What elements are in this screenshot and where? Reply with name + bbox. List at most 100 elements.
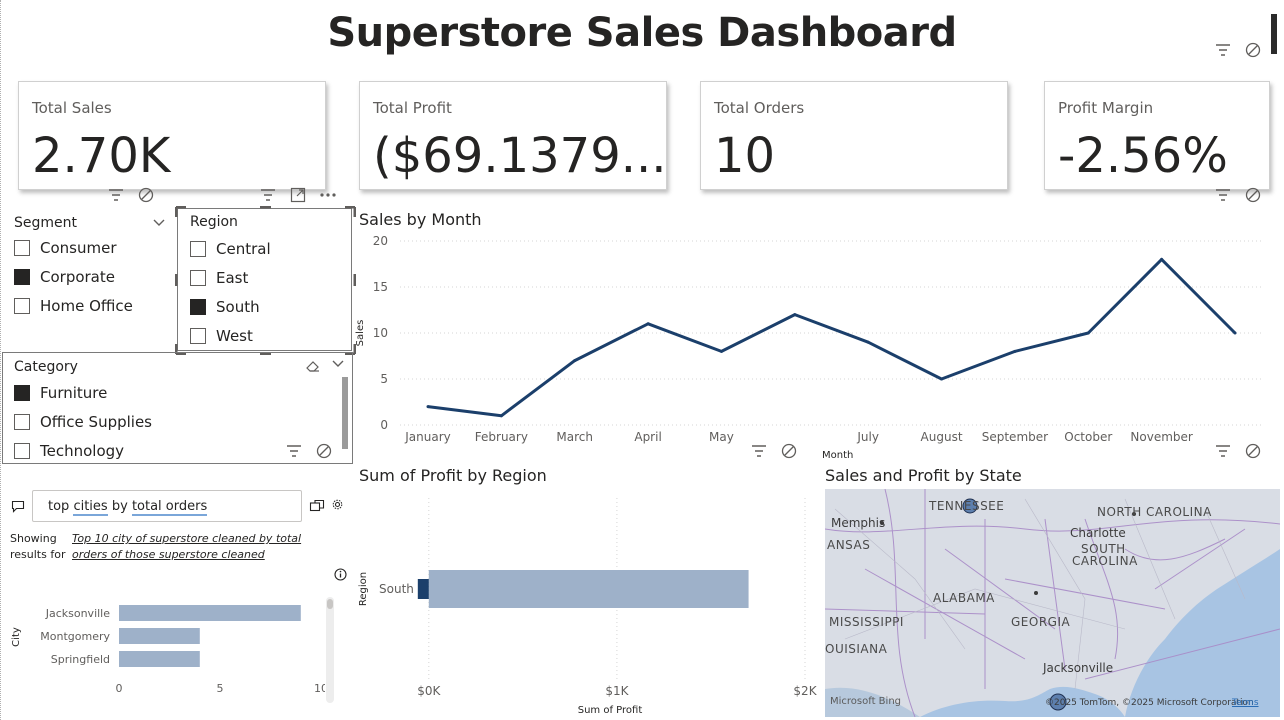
x-tick-label: October xyxy=(1064,430,1112,444)
checkbox[interactable] xyxy=(14,239,30,256)
region-item-east[interactable]: East xyxy=(190,263,271,292)
state-map[interactable]: Memphis TENNESSEE NORTH CAROLINA Charlot… xyxy=(825,489,1280,717)
qa-word: top xyxy=(48,499,70,514)
qa-link-line1[interactable]: Top 10 city of superstore cleaned by tot… xyxy=(72,531,301,547)
region-slicer-title: Region xyxy=(190,214,238,230)
checkbox[interactable] xyxy=(190,327,206,344)
map-copyright: ©2025 TomTom, ©2025 Microsoft Corporatio… xyxy=(1045,698,1254,708)
map-label-georgia: GEORGIA xyxy=(1011,615,1071,629)
region-slicer[interactable]: Region Central East South West xyxy=(175,206,356,355)
qa-link-line2[interactable]: orders of those superstore cleaned xyxy=(72,547,301,563)
qa-interpretation-link[interactable]: Top 10 city of superstore cleaned by tot… xyxy=(72,531,301,563)
map-terms-link[interactable]: Terms xyxy=(1232,698,1259,708)
card-total-profit[interactable]: Total Profit ($69.1379... xyxy=(359,81,667,190)
page-scrollbar[interactable] xyxy=(1271,14,1277,54)
checkbox[interactable] xyxy=(14,297,30,314)
checkbox-checked[interactable] xyxy=(14,268,30,285)
data-point xyxy=(426,405,430,409)
card-total-sales[interactable]: Total Sales 2.70K xyxy=(18,81,326,190)
no-filter-icon[interactable] xyxy=(781,443,797,459)
qa-question-input[interactable]: top cities by total orders xyxy=(32,490,302,522)
checkbox[interactable] xyxy=(190,269,206,286)
map-label-alabama: ALABAMA xyxy=(933,591,995,605)
y-axis-label: Region xyxy=(358,572,369,606)
category-slicer: Category Furniture Office Supplies Techn… xyxy=(2,352,353,464)
filter-icon[interactable] xyxy=(260,188,276,202)
no-filter-icon[interactable] xyxy=(1245,42,1261,58)
profit-bar-negative-marker xyxy=(417,579,429,599)
category-scrollbar[interactable] xyxy=(342,377,348,449)
data-point xyxy=(793,313,797,317)
info-icon[interactable] xyxy=(334,568,347,581)
profit-chart-title: Sum of Profit by Region xyxy=(359,466,547,485)
category-item-technology[interactable]: Technology xyxy=(14,436,152,465)
checkbox[interactable] xyxy=(14,413,30,430)
map-header-icons xyxy=(1215,443,1261,459)
bing-logo: Microsoft Bing xyxy=(830,696,902,707)
y-tick-label: 10 xyxy=(373,326,388,340)
more-options-icon[interactable] xyxy=(320,192,336,198)
segment-item-consumer[interactable]: Consumer xyxy=(14,233,166,262)
checkbox-checked[interactable] xyxy=(14,384,30,401)
segment-slicer: Segment Consumer Corporate Home Office xyxy=(14,213,166,320)
sales-line xyxy=(427,257,1237,418)
card-value: 10 xyxy=(714,128,776,184)
map-label-south-carolina-2: CAROLINA xyxy=(1072,554,1138,568)
city-chart-scroll-track[interactable] xyxy=(326,597,334,703)
city-chart-scroll-thumb[interactable] xyxy=(327,599,333,609)
region-item-south[interactable]: South xyxy=(190,292,271,321)
map-label-memphis: Memphis xyxy=(831,516,886,530)
map-label-louisiana: OUISIANA xyxy=(825,642,888,656)
data-point xyxy=(646,322,650,326)
no-filter-icon[interactable] xyxy=(316,443,332,459)
card-total-orders[interactable]: Total Orders 10 xyxy=(700,81,1008,190)
x-tick-label: 5 xyxy=(217,682,224,695)
region-item-central[interactable]: Central xyxy=(190,234,271,263)
map-label-mississippi: MISSISSIPPI xyxy=(829,615,904,629)
segment-item-home-office[interactable]: Home Office xyxy=(14,291,166,320)
qa-showing-line1: Showing xyxy=(10,532,57,545)
qa-showing-label: Showing results for xyxy=(10,531,65,563)
x-tick-label: May xyxy=(709,430,734,444)
top-cities-chart[interactable]: Jacksonville Montgomery Springfield 0 5 10 Cit… xyxy=(5,590,325,700)
focus-mode-icon[interactable] xyxy=(290,187,306,203)
settings-icon[interactable] xyxy=(332,499,343,510)
data-point xyxy=(1160,257,1164,261)
city-bar xyxy=(119,628,200,644)
card-value: -2.56% xyxy=(1058,128,1228,184)
region-item-west[interactable]: West xyxy=(190,321,271,350)
profit-bar xyxy=(428,570,749,608)
no-filter-icon[interactable] xyxy=(1245,187,1261,203)
checkbox-checked[interactable] xyxy=(190,298,206,315)
checkbox[interactable] xyxy=(190,240,206,257)
no-filter-icon[interactable] xyxy=(138,187,154,203)
chevron-down-icon[interactable] xyxy=(152,218,166,228)
sales-by-month-chart[interactable]: 0 5 10 15 20 January February March April May July… xyxy=(355,228,1280,463)
profit-by-region-chart[interactable]: $0K $1K $2K South Region Sum of Profit xyxy=(355,488,820,718)
eraser-icon[interactable] xyxy=(305,359,321,373)
card-label: Total Sales xyxy=(32,99,112,117)
convert-visual-icon[interactable] xyxy=(309,498,325,512)
card-label: Profit Margin xyxy=(1058,99,1154,117)
no-filter-icon[interactable] xyxy=(1245,443,1261,459)
slicer-item-label: Technology xyxy=(40,441,125,460)
data-point xyxy=(866,340,870,344)
filter-icon[interactable] xyxy=(108,188,124,202)
x-tick-label: $1K xyxy=(605,684,629,698)
checkbox[interactable] xyxy=(14,442,30,459)
card-profit-margin[interactable]: Profit Margin -2.56% xyxy=(1044,81,1270,190)
card-margin-icons xyxy=(1215,187,1261,203)
chevron-down-icon[interactable] xyxy=(331,359,345,369)
filter-icon[interactable] xyxy=(1215,43,1231,57)
segment-item-corporate[interactable]: Corporate xyxy=(14,262,166,291)
y-tick-label: 15 xyxy=(373,280,388,294)
category-item-furniture[interactable]: Furniture xyxy=(14,378,152,407)
slicer-item-label: Home Office xyxy=(40,296,133,315)
filter-icon[interactable] xyxy=(1215,188,1231,202)
category-item-office-supplies[interactable]: Office Supplies xyxy=(14,407,152,436)
filter-icon[interactable] xyxy=(286,444,302,458)
filter-icon[interactable] xyxy=(751,444,767,458)
x-tick-label: $0K xyxy=(417,684,441,698)
y-tick-label: South xyxy=(379,582,414,596)
filter-icon[interactable] xyxy=(1215,444,1231,458)
